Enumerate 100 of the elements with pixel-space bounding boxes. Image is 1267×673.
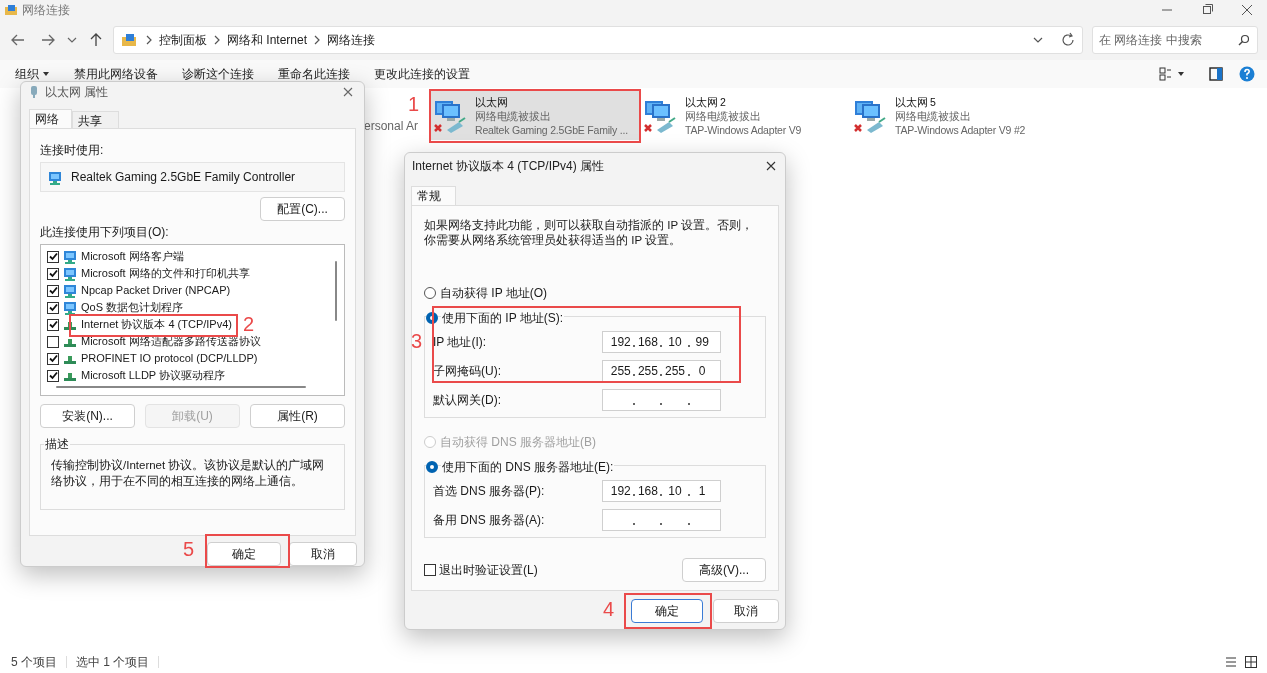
- breadcrumb-item[interactable]: 网络连接: [327, 31, 376, 49]
- forward-icon[interactable]: [40, 32, 56, 48]
- toolbar-button[interactable]: 更改此连接的设置: [374, 65, 470, 83]
- list-item[interactable]: PROFINET IO protocol (DCP/LLDP): [81, 350, 258, 367]
- device-name: TAP-Windows Adapter V9: [685, 122, 802, 137]
- field-label: IP 地址(I):: [433, 334, 487, 351]
- item-count: 5 个项目: [11, 654, 57, 671]
- tab[interactable]: 共享: [72, 111, 119, 128]
- toolbar-button[interactable]: 禁用此网络设备: [74, 65, 158, 83]
- checkbox[interactable]: [47, 301, 59, 314]
- tab[interactable]: 常规: [411, 186, 456, 205]
- step-number: 1: [408, 93, 420, 115]
- step-number: 4: [603, 598, 615, 620]
- adapter-name: Realtek Gaming 2.5GbE Family Controller: [71, 169, 296, 186]
- connection-status: 网络电缆被拔出: [475, 108, 552, 123]
- step-number: 3: [411, 330, 423, 352]
- up-icon[interactable]: [88, 32, 104, 48]
- dialog-button[interactable]: 安装(N)...: [40, 404, 135, 428]
- ip-address-field[interactable]: [602, 389, 721, 411]
- scrollbar[interactable]: [56, 386, 306, 388]
- description-text: 传输控制协议/Internet 协议。该协议是默认的广域网络协议，用于在不同的相互连接的网络上通信。: [51, 458, 326, 489]
- details-view-icon[interactable]: [1225, 656, 1237, 668]
- checkbox[interactable]: [47, 335, 59, 348]
- ok-button[interactable]: 确定: [207, 542, 281, 566]
- view-options-icon[interactable]: [1159, 67, 1185, 81]
- group-title: 描述: [44, 437, 70, 451]
- configure-button[interactable]: 配置(C)...: [260, 197, 345, 221]
- checkbox[interactable]: [47, 284, 59, 297]
- connection-name: 以太网 2: [685, 94, 727, 109]
- checkbox[interactable]: [47, 318, 59, 331]
- ip-address-field[interactable]: 192 168 10 1: [602, 480, 721, 502]
- cancel-button[interactable]: 取消: [713, 599, 779, 623]
- connection-item[interactable]: 以太网 2 网络电缆被拔出 TAP-Windows Adapter V9: [640, 91, 850, 140]
- ip-address-field[interactable]: 192 168 10 99: [602, 331, 721, 353]
- field-label: 默认网关(D):: [433, 392, 501, 409]
- search-icon: [1238, 34, 1250, 46]
- preview-pane-icon[interactable]: [1209, 67, 1223, 81]
- list-item[interactable]: Microsoft LLDP 协议驱动程序: [81, 367, 226, 384]
- device-name: ersonal Ar: [363, 118, 418, 135]
- refresh-icon[interactable]: [1060, 32, 1076, 48]
- network-adapter-icon: [29, 85, 39, 99]
- breadcrumb-item[interactable]: 控制面板: [159, 31, 207, 49]
- checkbox-label[interactable]: 退出时验证设置(L): [439, 561, 538, 579]
- checkbox[interactable]: [47, 352, 59, 365]
- folder-network-icon: [121, 32, 137, 48]
- dialog-title: Internet 协议版本 4 (TCP/IPv4) 属性: [412, 158, 605, 175]
- intro-text: 如果网络支持此功能，则可以获取自动指派的 IP 设置。否则，你需要从网络系统管理员处获得适当的 IP 设置。: [424, 218, 755, 248]
- toolbar-button[interactable]: 重命名此连接: [278, 65, 350, 83]
- toolbar-button[interactable]: 诊断这个连接: [182, 65, 254, 83]
- list-item[interactable]: Npcap Packet Driver (NPCAP): [81, 282, 231, 299]
- back-icon[interactable]: [10, 32, 26, 48]
- close-icon[interactable]: [765, 160, 777, 172]
- caret-icon: [42, 70, 50, 78]
- network-service-icon: [63, 300, 77, 315]
- selection-count: 选中 1 个项目: [76, 654, 150, 671]
- radio-button[interactable]: [424, 287, 436, 299]
- close-icon[interactable]: [342, 86, 354, 98]
- ip-address-field[interactable]: 255 255 255 0: [602, 360, 721, 382]
- toolbar-button[interactable]: 组织: [15, 65, 50, 83]
- list-item[interactable]: Microsoft 网络的文件和打印机共享: [81, 265, 250, 282]
- radio-label[interactable]: 自动获得 IP 地址(O): [439, 284, 549, 302]
- field-label: 备用 DNS 服务器(A):: [433, 512, 545, 529]
- checkbox[interactable]: [424, 564, 436, 576]
- advanced-button[interactable]: 高级(V)...: [682, 558, 766, 582]
- network-service-icon: [63, 266, 77, 281]
- breadcrumb-item[interactable]: 网络和 Internet: [227, 31, 308, 49]
- radio-label[interactable]: 使用下面的 IP 地址(S):: [441, 309, 565, 327]
- tab[interactable]: 网络: [29, 109, 72, 128]
- connection-item[interactable]: 以太网 网络电缆被拔出 Realtek Gaming 2.5GbE Family ...: [430, 91, 640, 140]
- radio-label[interactable]: 使用下面的 DNS 服务器地址(E):: [441, 458, 615, 476]
- network-service-icon: [63, 283, 77, 298]
- search-field[interactable]: 在 网络连接 中搜索: [1092, 26, 1258, 54]
- checkbox[interactable]: [47, 267, 59, 280]
- connection-name: 以太网 5: [895, 94, 937, 109]
- radio-button[interactable]: [426, 461, 438, 473]
- device-name: Realtek Gaming 2.5GbE Family ...: [475, 122, 628, 137]
- network-service-icon: [63, 249, 77, 264]
- step-number: 5: [183, 538, 195, 560]
- window-title: 网络连接: [22, 2, 70, 19]
- connection-status: 网络电缆被拔出: [685, 108, 762, 123]
- list-item[interactable]: Microsoft 网络客户端: [81, 248, 184, 265]
- connection-status: 网络电缆被拔出: [895, 108, 972, 123]
- dialog-button[interactable]: 属性(R): [250, 404, 345, 428]
- checkbox[interactable]: [47, 250, 59, 263]
- section-label: 此连接使用下列项目(O):: [40, 224, 170, 241]
- field-label: 首选 DNS 服务器(P):: [433, 483, 545, 500]
- folder-network-icon: [4, 3, 18, 17]
- cancel-button[interactable]: 取消: [289, 542, 357, 566]
- connection-name: 以太网: [475, 94, 509, 109]
- ip-address-field[interactable]: [602, 509, 721, 531]
- list-item[interactable]: QoS 数据包计划程序: [81, 299, 184, 316]
- list-item[interactable]: Internet 协议版本 4 (TCP/IPv4): [81, 316, 232, 333]
- help-icon[interactable]: [1239, 66, 1255, 82]
- ok-button[interactable]: 确定: [631, 599, 703, 623]
- address-bar[interactable]: 控制面板 网络和 Internet 网络连接: [113, 26, 1083, 54]
- connection-item[interactable]: 以太网 5 网络电缆被拔出 TAP-Windows Adapter V9 #2: [850, 91, 1060, 140]
- tiles-view-icon[interactable]: [1245, 656, 1257, 668]
- step-number: 2: [243, 313, 255, 335]
- checkbox[interactable]: [47, 369, 59, 382]
- scrollbar[interactable]: [335, 261, 337, 321]
